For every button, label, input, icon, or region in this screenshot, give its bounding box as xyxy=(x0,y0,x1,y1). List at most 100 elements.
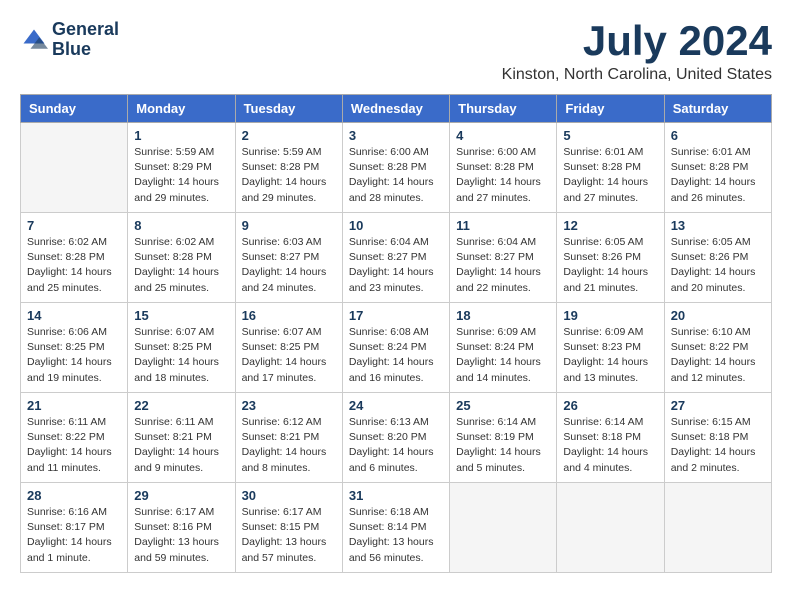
day-info: Sunrise: 6:11 AM Sunset: 8:22 PM Dayligh… xyxy=(27,415,121,476)
day-info: Sunrise: 6:09 AM Sunset: 8:24 PM Dayligh… xyxy=(456,325,550,386)
calendar-cell: 11 Sunrise: 6:04 AM Sunset: 8:27 PM Dayli… xyxy=(450,213,557,303)
day-number: 11 xyxy=(456,218,550,233)
calendar-cell: 14 Sunrise: 6:06 AM Sunset: 8:25 PM Dayli… xyxy=(21,303,128,393)
calendar-cell xyxy=(21,123,128,213)
day-number: 26 xyxy=(563,398,657,413)
day-number: 18 xyxy=(456,308,550,323)
day-info: Sunrise: 6:14 AM Sunset: 8:19 PM Dayligh… xyxy=(456,415,550,476)
day-info: Sunrise: 6:12 AM Sunset: 8:21 PM Dayligh… xyxy=(242,415,336,476)
day-info: Sunrise: 6:17 AM Sunset: 8:16 PM Dayligh… xyxy=(134,505,228,566)
day-info: Sunrise: 6:07 AM Sunset: 8:25 PM Dayligh… xyxy=(134,325,228,386)
day-number: 9 xyxy=(242,218,336,233)
day-info: Sunrise: 6:18 AM Sunset: 8:14 PM Dayligh… xyxy=(349,505,443,566)
day-info: Sunrise: 6:01 AM Sunset: 8:28 PM Dayligh… xyxy=(671,145,765,206)
calendar-cell xyxy=(450,483,557,573)
page-header: General Blue July 2024 Kinston, North Ca… xyxy=(20,20,772,84)
day-number: 28 xyxy=(27,488,121,503)
day-number: 27 xyxy=(671,398,765,413)
calendar-cell: 8 Sunrise: 6:02 AM Sunset: 8:28 PM Daylig… xyxy=(128,213,235,303)
day-info: Sunrise: 6:00 AM Sunset: 8:28 PM Dayligh… xyxy=(349,145,443,206)
calendar-cell: 19Sunrise: 6:09 AM Sunset: 8:23 PM Dayli… xyxy=(557,303,664,393)
calendar-week-row: 14 Sunrise: 6:06 AM Sunset: 8:25 PM Dayli… xyxy=(21,303,772,393)
calendar-cell: 13 Sunrise: 6:05 AM Sunset: 8:26 PM Dayli… xyxy=(664,213,771,303)
day-info: Sunrise: 6:02 AM Sunset: 8:28 PM Dayligh… xyxy=(134,235,228,296)
day-number: 10 xyxy=(349,218,443,233)
day-number: 29 xyxy=(134,488,228,503)
header-friday: Friday xyxy=(557,95,664,123)
day-info: Sunrise: 6:01 AM Sunset: 8:28 PM Dayligh… xyxy=(563,145,657,206)
calendar-cell: 27 Sunrise: 6:15 AM Sunset: 8:18 PM Dayli… xyxy=(664,393,771,483)
calendar-cell xyxy=(664,483,771,573)
calendar-cell: 26 Sunrise: 6:14 AM Sunset: 8:18 PM Dayli… xyxy=(557,393,664,483)
calendar-cell: 20Sunrise: 6:10 AM Sunset: 8:22 PM Dayli… xyxy=(664,303,771,393)
calendar-week-row: 21 Sunrise: 6:11 AM Sunset: 8:22 PM Dayli… xyxy=(21,393,772,483)
day-number: 14 xyxy=(27,308,121,323)
header-saturday: Saturday xyxy=(664,95,771,123)
calendar-cell: 10Sunrise: 6:04 AM Sunset: 8:27 PM Dayli… xyxy=(342,213,449,303)
calendar-week-row: 7 Sunrise: 6:02 AM Sunset: 8:28 PM Daylig… xyxy=(21,213,772,303)
header-tuesday: Tuesday xyxy=(235,95,342,123)
day-info: Sunrise: 6:04 AM Sunset: 8:27 PM Dayligh… xyxy=(456,235,550,296)
calendar-cell: 15Sunrise: 6:07 AM Sunset: 8:25 PM Dayli… xyxy=(128,303,235,393)
day-info: Sunrise: 6:14 AM Sunset: 8:18 PM Dayligh… xyxy=(563,415,657,476)
day-number: 1 xyxy=(134,128,228,143)
day-number: 24 xyxy=(349,398,443,413)
month-year-title: July 2024 xyxy=(502,20,772,62)
day-info: Sunrise: 6:07 AM Sunset: 8:25 PM Dayligh… xyxy=(242,325,336,386)
calendar-cell: 25 Sunrise: 6:14 AM Sunset: 8:19 PM Dayli… xyxy=(450,393,557,483)
day-info: Sunrise: 5:59 AM Sunset: 8:28 PM Dayligh… xyxy=(242,145,336,206)
header-monday: Monday xyxy=(128,95,235,123)
calendar-cell: 21 Sunrise: 6:11 AM Sunset: 8:22 PM Dayli… xyxy=(21,393,128,483)
day-number: 22 xyxy=(134,398,228,413)
header-sunday: Sunday xyxy=(21,95,128,123)
calendar-cell: 3 Sunrise: 6:00 AM Sunset: 8:28 PM Daylig… xyxy=(342,123,449,213)
day-number: 16 xyxy=(242,308,336,323)
day-number: 6 xyxy=(671,128,765,143)
calendar-cell: 2 Sunrise: 5:59 AM Sunset: 8:28 PM Daylig… xyxy=(235,123,342,213)
calendar-cell: 29 Sunrise: 6:17 AM Sunset: 8:16 PM Dayli… xyxy=(128,483,235,573)
calendar-cell: 23 Sunrise: 6:12 AM Sunset: 8:21 PM Dayli… xyxy=(235,393,342,483)
calendar-cell: 17Sunrise: 6:08 AM Sunset: 8:24 PM Dayli… xyxy=(342,303,449,393)
day-number: 7 xyxy=(27,218,121,233)
header-thursday: Thursday xyxy=(450,95,557,123)
day-info: Sunrise: 6:13 AM Sunset: 8:20 PM Dayligh… xyxy=(349,415,443,476)
day-number: 13 xyxy=(671,218,765,233)
calendar-cell: 28 Sunrise: 6:16 AM Sunset: 8:17 PM Dayli… xyxy=(21,483,128,573)
calendar-cell: 12 Sunrise: 6:05 AM Sunset: 8:26 PM Dayli… xyxy=(557,213,664,303)
calendar-cell xyxy=(557,483,664,573)
calendar-cell: 16 Sunrise: 6:07 AM Sunset: 8:25 PM Dayli… xyxy=(235,303,342,393)
day-number: 31 xyxy=(349,488,443,503)
calendar-week-row: 1 Sunrise: 5:59 AM Sunset: 8:29 PM Daylig… xyxy=(21,123,772,213)
calendar-cell: 31 Sunrise: 6:18 AM Sunset: 8:14 PM Dayli… xyxy=(342,483,449,573)
logo-text: General Blue xyxy=(52,20,119,60)
day-info: Sunrise: 6:00 AM Sunset: 8:28 PM Dayligh… xyxy=(456,145,550,206)
day-info: Sunrise: 6:16 AM Sunset: 8:17 PM Dayligh… xyxy=(27,505,121,566)
day-number: 8 xyxy=(134,218,228,233)
header-wednesday: Wednesday xyxy=(342,95,449,123)
day-info: Sunrise: 6:08 AM Sunset: 8:24 PM Dayligh… xyxy=(349,325,443,386)
day-info: Sunrise: 6:15 AM Sunset: 8:18 PM Dayligh… xyxy=(671,415,765,476)
title-block: July 2024 Kinston, North Carolina, Unite… xyxy=(502,20,772,84)
day-info: Sunrise: 6:05 AM Sunset: 8:26 PM Dayligh… xyxy=(671,235,765,296)
day-number: 21 xyxy=(27,398,121,413)
day-info: Sunrise: 6:06 AM Sunset: 8:25 PM Dayligh… xyxy=(27,325,121,386)
day-number: 5 xyxy=(563,128,657,143)
logo: General Blue xyxy=(20,20,119,60)
day-info: Sunrise: 5:59 AM Sunset: 8:29 PM Dayligh… xyxy=(134,145,228,206)
day-info: Sunrise: 6:05 AM Sunset: 8:26 PM Dayligh… xyxy=(563,235,657,296)
day-number: 3 xyxy=(349,128,443,143)
calendar-week-row: 28 Sunrise: 6:16 AM Sunset: 8:17 PM Dayli… xyxy=(21,483,772,573)
day-info: Sunrise: 6:09 AM Sunset: 8:23 PM Dayligh… xyxy=(563,325,657,386)
day-info: Sunrise: 6:11 AM Sunset: 8:21 PM Dayligh… xyxy=(134,415,228,476)
calendar-cell: 22 Sunrise: 6:11 AM Sunset: 8:21 PM Dayli… xyxy=(128,393,235,483)
calendar-cell: 9Sunrise: 6:03 AM Sunset: 8:27 PM Daylig… xyxy=(235,213,342,303)
logo-icon xyxy=(20,26,48,54)
calendar-header-row: SundayMondayTuesdayWednesdayThursdayFrid… xyxy=(21,95,772,123)
day-number: 23 xyxy=(242,398,336,413)
calendar-cell: 4Sunrise: 6:00 AM Sunset: 8:28 PM Daylig… xyxy=(450,123,557,213)
day-number: 30 xyxy=(242,488,336,503)
day-number: 12 xyxy=(563,218,657,233)
day-number: 25 xyxy=(456,398,550,413)
day-number: 2 xyxy=(242,128,336,143)
calendar-cell: 5 Sunrise: 6:01 AM Sunset: 8:28 PM Daylig… xyxy=(557,123,664,213)
